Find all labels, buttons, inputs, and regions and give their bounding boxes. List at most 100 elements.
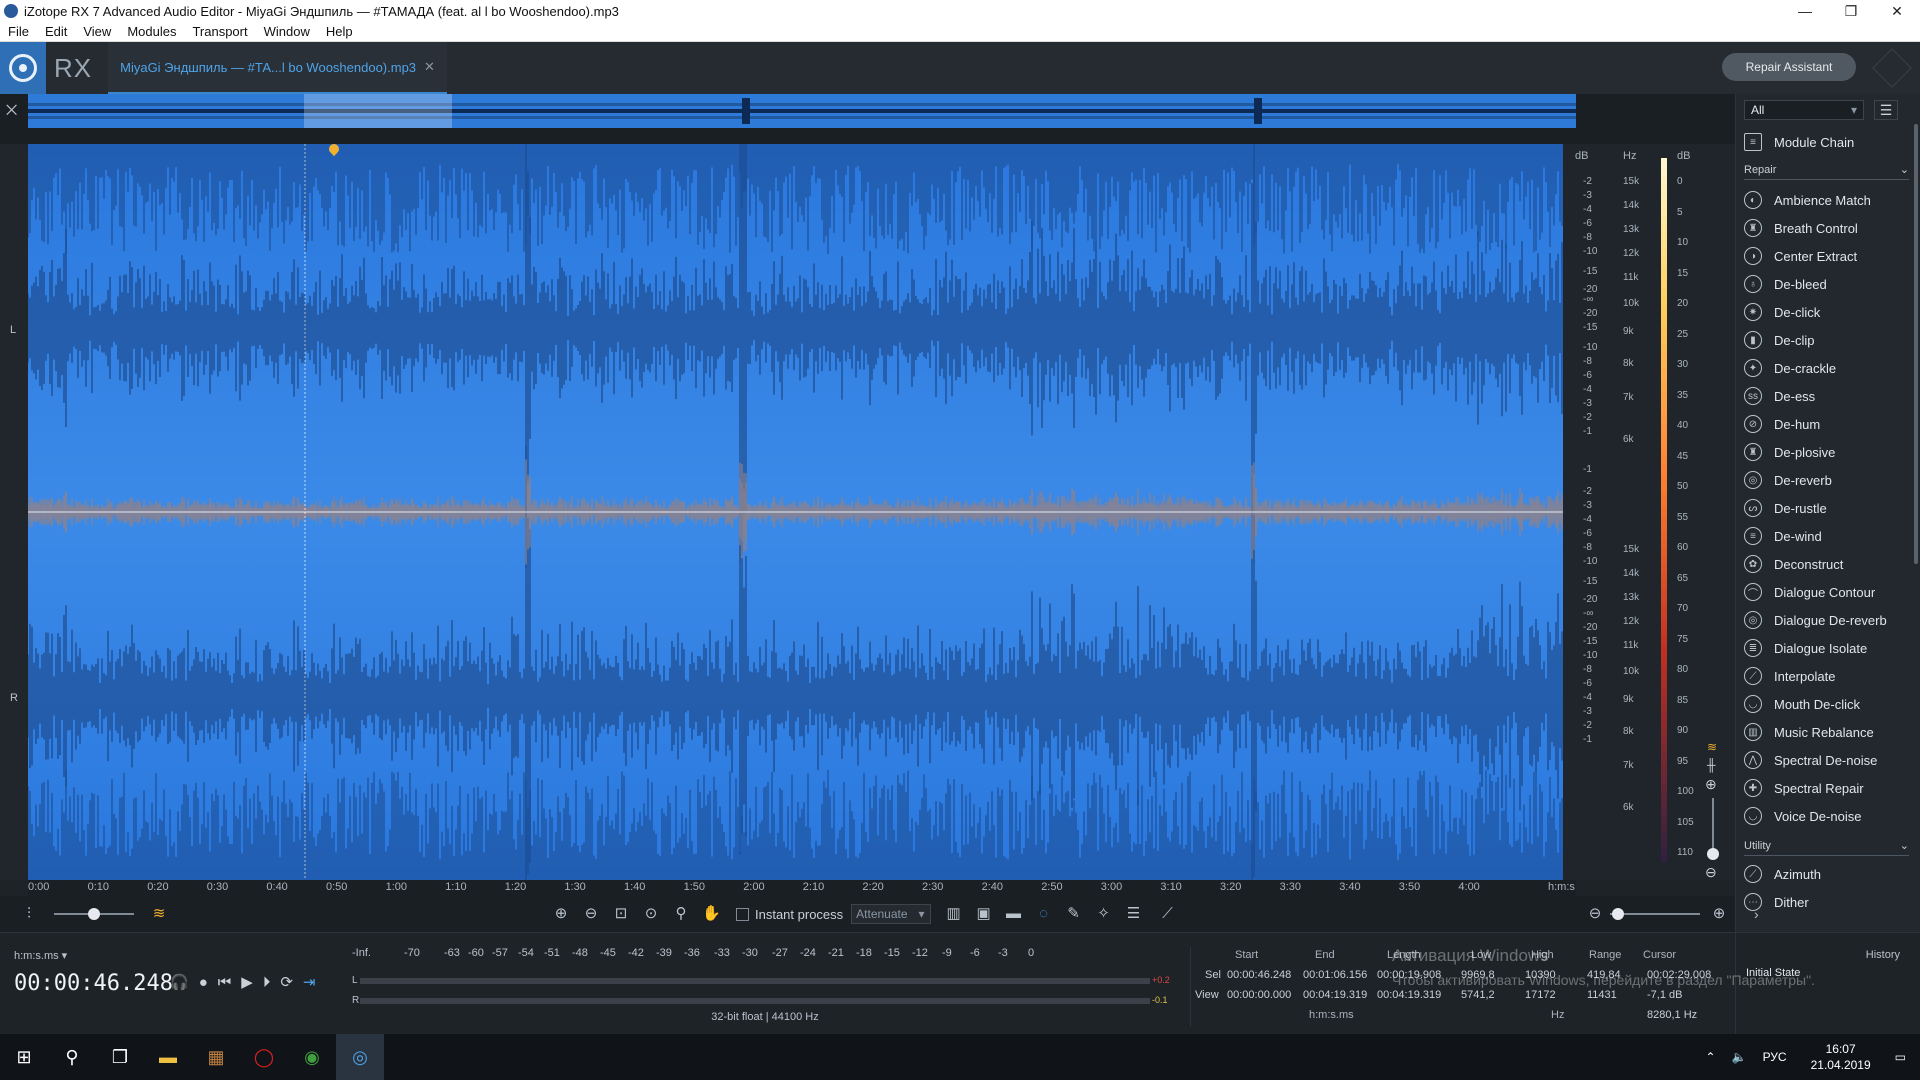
- clock[interactable]: 16:07 21.04.2019: [1803, 1041, 1879, 1073]
- module-filter-dropdown[interactable]: All: [1744, 100, 1864, 120]
- frequency-selection-tool-icon[interactable]: ▬: [1005, 905, 1023, 923]
- magic-wand-icon[interactable]: ✧: [1095, 905, 1113, 923]
- module-item-de-click[interactable]: ✷ De-click: [1744, 298, 1909, 326]
- module-item-de-hum[interactable]: ⊘ De-hum: [1744, 410, 1909, 438]
- horizontal-zoom-knob[interactable]: [1612, 908, 1624, 920]
- overview-waveform[interactable]: [28, 94, 1576, 128]
- harmonic-selection-icon[interactable]: ☰: [1125, 905, 1143, 923]
- opera-icon[interactable]: ◯: [240, 1034, 288, 1080]
- overview-visible-region[interactable]: [304, 94, 452, 128]
- menu-window[interactable]: Window: [256, 24, 318, 39]
- view-value[interactable]: 17172: [1525, 989, 1556, 1001]
- view-value[interactable]: 00:00:00.000: [1227, 989, 1291, 1001]
- winrar-icon[interactable]: ▦: [192, 1034, 240, 1080]
- menu-edit[interactable]: Edit: [37, 24, 75, 39]
- module-item-ambience-match[interactable]: ◐ Ambience Match: [1744, 186, 1909, 214]
- repair-assistant-button[interactable]: Repair Assistant: [1722, 53, 1856, 81]
- waveform-view-icon[interactable]: ⫶: [20, 905, 38, 923]
- task-view-icon[interactable]: ❐: [96, 1034, 144, 1080]
- play-icon[interactable]: ▶: [241, 973, 253, 991]
- blend-slider-knob[interactable]: [88, 908, 100, 920]
- zoom-selection-icon[interactable]: ⊡: [612, 905, 630, 923]
- expand-sidebar-icon[interactable]: ›: [1754, 906, 1759, 922]
- view-value[interactable]: 11431: [1587, 989, 1617, 1001]
- input-language[interactable]: РУС: [1763, 1050, 1787, 1064]
- zoom-out-vertical-icon[interactable]: ⊖: [1705, 864, 1717, 881]
- minimize-button[interactable]: —: [1782, 0, 1828, 22]
- go-to-start-icon[interactable]: ⏮: [218, 974, 232, 991]
- zoom-in-icon[interactable]: ⊕: [552, 905, 570, 923]
- module-item-dither[interactable]: ⋯ Dither: [1744, 888, 1909, 916]
- headphones-icon[interactable]: 🎧: [170, 973, 189, 991]
- horizontal-zoom-in-icon[interactable]: ⊕: [1710, 905, 1728, 923]
- sel-value[interactable]: 00:01:06.156: [1303, 969, 1367, 981]
- module-item-de-reverb[interactable]: ◎ De-reverb: [1744, 466, 1909, 494]
- hand-tool-icon[interactable]: ✋: [702, 905, 721, 923]
- menu-modules[interactable]: Modules: [119, 24, 184, 39]
- process-mode-dropdown[interactable]: Attenuate: [851, 904, 931, 924]
- time-format-selector[interactable]: h:m:s.ms ▾: [14, 949, 67, 962]
- zoom-out-icon[interactable]: ⊖: [582, 905, 600, 923]
- module-item-dialogue-isolate[interactable]: ≣ Dialogue Isolate: [1744, 634, 1909, 662]
- view-value[interactable]: -7,1 dB: [1647, 989, 1682, 1001]
- waveform-spectrogram-blend-slider[interactable]: [54, 908, 134, 920]
- time-selection-tool-icon[interactable]: ▥: [945, 905, 963, 923]
- horizontal-zoom-out-icon[interactable]: ⊖: [1586, 905, 1604, 923]
- instant-process-checkbox[interactable]: [736, 907, 749, 921]
- gain-envelope-icon[interactable]: ⟋: [1159, 905, 1177, 923]
- module-chain-item[interactable]: ≡ Module Chain: [1744, 128, 1909, 156]
- loop-icon[interactable]: ⟳: [280, 973, 293, 991]
- scroll-follow-icon[interactable]: ⇥: [303, 973, 316, 991]
- zoom-in-vertical-icon[interactable]: ⊕: [1705, 776, 1717, 793]
- sidebar-scrollbar[interactable]: [1914, 124, 1918, 564]
- view-value[interactable]: 00:04:19.319: [1303, 989, 1367, 1001]
- menu-view[interactable]: View: [75, 24, 119, 39]
- spectrogram-view-icon[interactable]: ≋: [150, 905, 168, 923]
- utility-section-header[interactable]: Utility ⌄: [1744, 836, 1909, 856]
- menu-help[interactable]: Help: [318, 24, 361, 39]
- zoom-fit-icon[interactable]: ⊙: [642, 905, 660, 923]
- view-value[interactable]: 5741,2: [1461, 989, 1495, 1001]
- sidebar-menu-icon[interactable]: ☰: [1874, 100, 1898, 120]
- menu-transport[interactable]: Transport: [184, 24, 255, 39]
- module-item-voice-de-noise[interactable]: ◡ Voice De-noise: [1744, 802, 1909, 830]
- record-icon[interactable]: ●: [199, 974, 208, 991]
- waveform-display[interactable]: [28, 144, 1563, 880]
- waveform-icon[interactable]: ╫: [1707, 758, 1716, 772]
- spectrogram-editor[interactable]: L R dB Hz dB -2 -3 -4 -6 -8 -10 -15 -20 -∞ -20 -15…: [0, 130, 1735, 880]
- search-icon[interactable]: ⚲: [48, 1034, 96, 1080]
- module-item-spectral-de-noise[interactable]: ⋀ Spectral De-noise: [1744, 746, 1909, 774]
- chrome-icon[interactable]: ◉: [288, 1034, 336, 1080]
- module-item-music-rebalance[interactable]: ▥ Music Rebalance: [1744, 718, 1909, 746]
- menu-file[interactable]: File: [0, 24, 37, 39]
- time-ruler[interactable]: 0:00 0:10 0:20 0:30 0:40 0:50 1:00 1:10 1:20 1:30…: [28, 880, 1576, 896]
- horizontal-zoom-slider[interactable]: [1610, 908, 1700, 920]
- module-item-center-extract[interactable]: ◑ Center Extract: [1744, 242, 1909, 270]
- module-item-de-bleed[interactable]: ♁ De-bleed: [1744, 270, 1909, 298]
- module-item-breath-control[interactable]: ♜ Breath Control: [1744, 214, 1909, 242]
- collapse-overview-icon[interactable]: ⨉: [6, 102, 17, 119]
- module-item-de-ess[interactable]: ss De-ess: [1744, 382, 1909, 410]
- vertical-zoom-knob[interactable]: [1707, 848, 1719, 860]
- module-item-dialogue-de-reverb[interactable]: ◎ Dialogue De-reverb: [1744, 606, 1909, 634]
- module-item-spectral-repair[interactable]: ✚ Spectral Repair: [1744, 774, 1909, 802]
- close-tab-icon[interactable]: ✕: [424, 59, 435, 75]
- start-icon[interactable]: ⊞: [0, 1034, 48, 1080]
- module-item-deconstruct[interactable]: ✿ Deconstruct: [1744, 550, 1909, 578]
- module-item-dialogue-contour[interactable]: ⌒ Dialogue Contour: [1744, 578, 1909, 606]
- module-item-interpolate[interactable]: ⟋ Interpolate: [1744, 662, 1909, 690]
- lasso-tool-icon[interactable]: ◌: [1035, 905, 1053, 923]
- zoom-tool-icon[interactable]: ⚲: [672, 905, 690, 923]
- view-value[interactable]: 00:04:19.319: [1377, 989, 1441, 1001]
- module-item-de-rustle[interactable]: ᔕ De-rustle: [1744, 494, 1909, 522]
- module-item-azimuth[interactable]: ⟋ Azimuth: [1744, 860, 1909, 888]
- close-button[interactable]: ✕: [1874, 0, 1920, 22]
- module-item-de-wind[interactable]: ≡ De-wind: [1744, 522, 1909, 550]
- file-tab[interactable]: MiyaGi Эндшпиль — #ТА...l bo Wooshendoo)…: [108, 42, 447, 94]
- play-selection-icon[interactable]: ⏵: [263, 974, 271, 991]
- sel-value[interactable]: 00:00:46.248: [1227, 969, 1291, 981]
- module-item-de-plosive[interactable]: ♜ De-plosive: [1744, 438, 1909, 466]
- module-item-de-crackle[interactable]: ✦ De-crackle: [1744, 354, 1909, 382]
- waveform-overview[interactable]: ⨉: [0, 94, 1735, 130]
- volume-icon[interactable]: 🔈: [1732, 1050, 1747, 1064]
